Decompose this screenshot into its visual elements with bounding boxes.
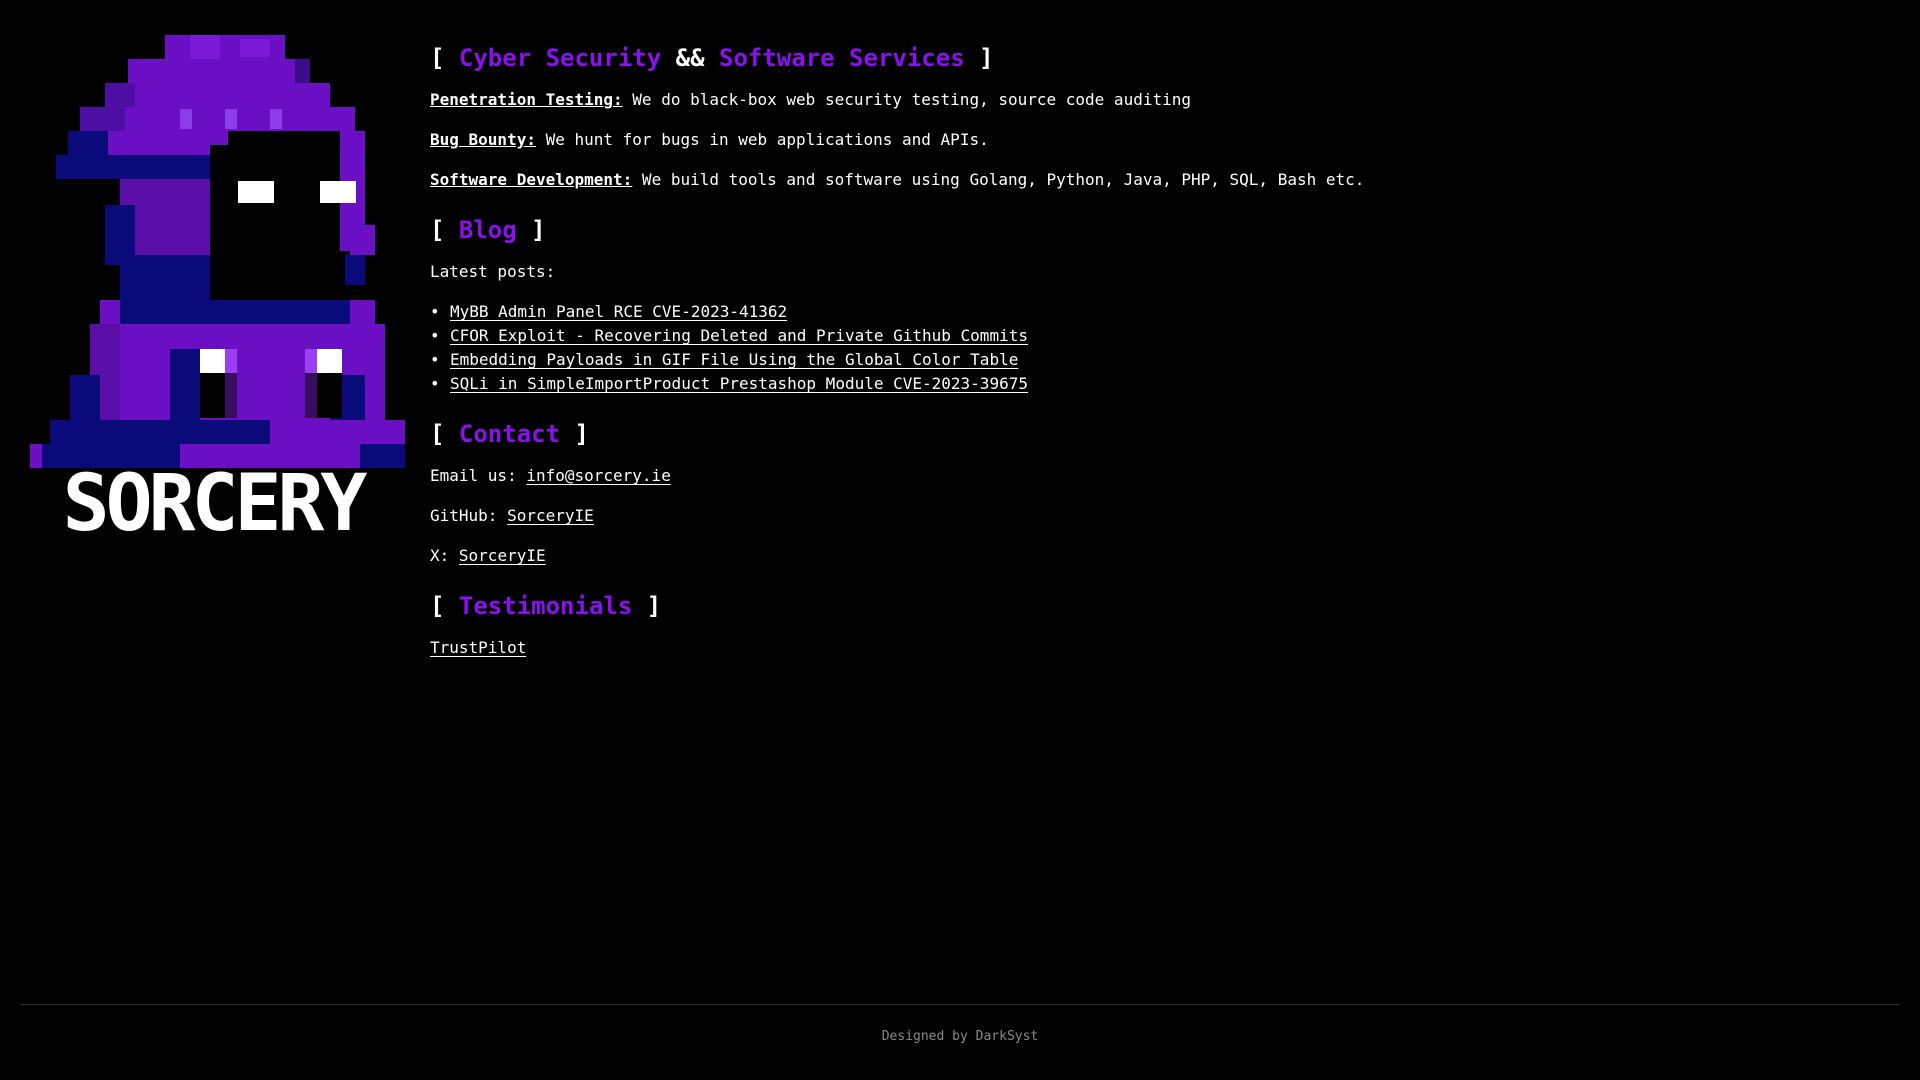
list-item: • SQLi in SimpleImportProduct Prestashop … [430, 372, 1890, 396]
contact-github-label: GitHub: [430, 506, 508, 525]
contact-email-row: Email us: info@sorcery.ie [430, 464, 1890, 488]
heading-blog: Blog [458, 216, 517, 244]
blog-intro: Latest posts: [430, 262, 556, 281]
testimonials-heading: [ Testimonials ] [430, 586, 1890, 626]
service-label: Penetration Testing: [430, 90, 623, 109]
service-text: We do black-box web security testing, so… [622, 90, 1191, 109]
services-heading: [ Cyber Security && Software Services ] [430, 38, 1890, 78]
contact-email-label: Email us: [430, 466, 527, 485]
service-label: Software Development: [430, 170, 633, 189]
blog-post-link-gif[interactable]: Embedding Payloads in GIF File Using the… [450, 350, 1018, 369]
contact-x-link[interactable]: SorceryIE [459, 546, 546, 565]
blog-post-link-mybb[interactable]: MyBB Admin Panel RCE CVE-2023-41362 [450, 302, 787, 321]
service-text: We hunt for bugs in web applications and… [535, 130, 989, 149]
heading-bracket-open: [ [430, 44, 459, 72]
footer-divider [20, 1004, 1900, 1005]
blog-post-link-sqli[interactable]: SQLi in SimpleImportProduct Prestashop M… [450, 374, 1028, 393]
footer-credit: Designed by DarkSyst [881, 1029, 1039, 1044]
wizard-logo-icon: SORCERY [30, 35, 405, 540]
heading-bracket-close: ] [516, 216, 546, 244]
wordmark: SORCERY [63, 459, 368, 540]
heading-testimonials: Testimonials [458, 592, 633, 620]
page-layout: SORCERY [ Cyber Security && Software Ser… [0, 0, 1920, 1000]
main-content: [ Cyber Security && Software Services ] … [430, 38, 1890, 676]
service-label: Bug Bounty: [430, 130, 536, 149]
contact-github-link[interactable]: SorceryIE [507, 506, 594, 525]
service-pentest: Penetration Testing: We do black-box web… [430, 88, 1890, 112]
list-item: • MyBB Admin Panel RCE CVE-2023-41362 [430, 300, 1890, 324]
contact-x-label: X: [430, 546, 459, 565]
bullet-icon: • [430, 374, 440, 393]
service-text: We build tools and software using Golang… [632, 170, 1365, 189]
trustpilot-link[interactable]: TrustPilot [430, 638, 526, 657]
blog-heading: [ Blog ] [430, 210, 1890, 250]
heading-bracket-open: [ [430, 216, 459, 244]
list-item: • Embedding Payloads in GIF File Using th… [430, 348, 1890, 372]
heading-cyber-security: Cyber Security [458, 44, 662, 72]
heading-bracket-close: ] [964, 44, 994, 72]
service-bug-bounty: Bug Bounty: We hunt for bugs in web appl… [430, 128, 1890, 152]
service-software-dev: Software Development: We build tools and… [430, 168, 1890, 192]
heading-bracket-close: ] [632, 592, 662, 620]
contact-github-row: GitHub: SorceryIE [430, 504, 1890, 528]
bullet-icon: • [430, 350, 440, 369]
heading-contact: Contact [458, 420, 561, 448]
heading-bracket-open: [ [430, 592, 459, 620]
bullet-icon: • [430, 302, 440, 321]
logo: SORCERY [20, 35, 405, 540]
contact-email-link[interactable]: info@sorcery.ie [526, 466, 671, 485]
contact-heading: [ Contact ] [430, 414, 1890, 454]
heading-software-services: Software Services [719, 44, 965, 72]
contact-x-row: X: SorceryIE [430, 544, 1890, 568]
blog-post-link-cfor[interactable]: CFOR Exploit - Recovering Deleted and Pr… [450, 326, 1028, 345]
heading-bracket-close: ] [560, 420, 589, 448]
blog-post-list: • MyBB Admin Panel RCE CVE-2023-41362 • CF… [430, 300, 1890, 396]
list-item: • CFOR Exploit - Recovering Deleted and P… [430, 324, 1890, 348]
bullet-icon: • [430, 326, 440, 345]
heading-bracket-open: [ [430, 420, 459, 448]
heading-join: && [661, 44, 719, 72]
testimonials-row: TrustPilot [430, 636, 1890, 660]
